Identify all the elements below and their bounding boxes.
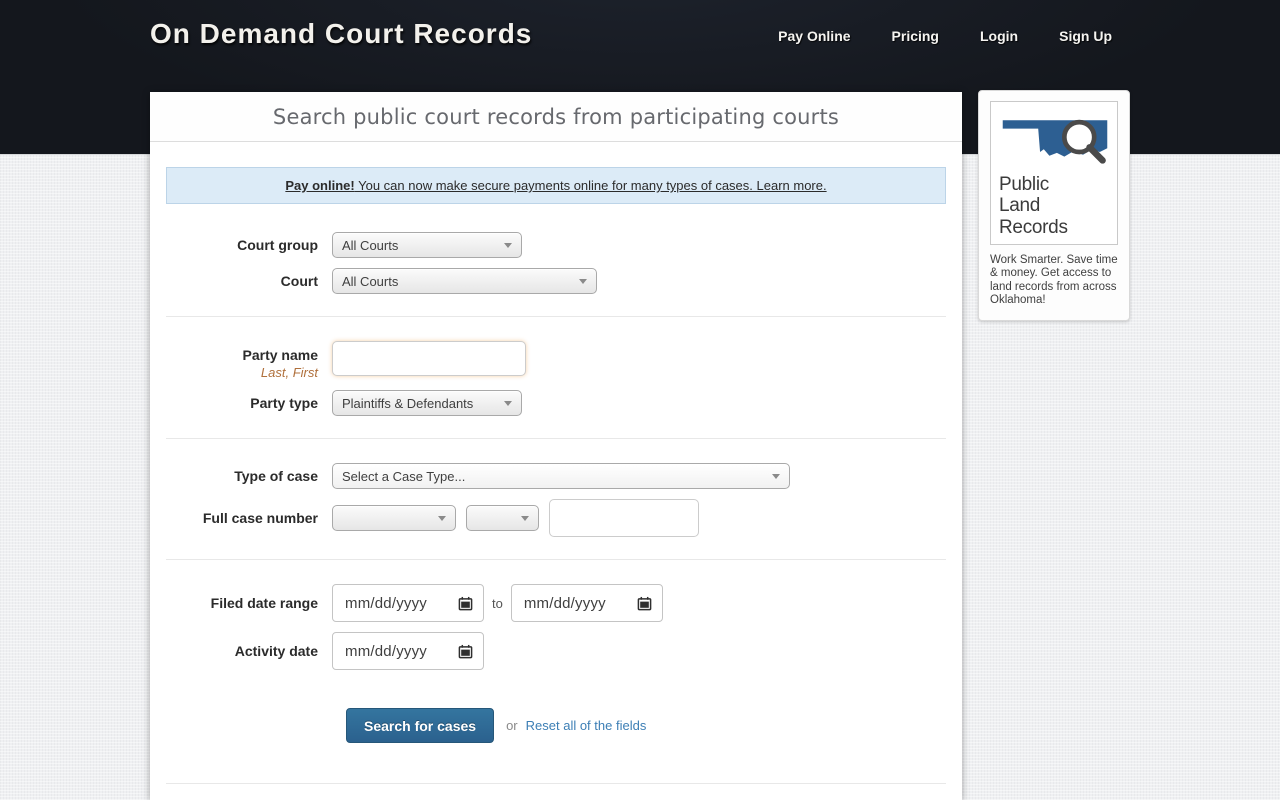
party-type-select[interactable]: Plaintiffs & Defendants [332,390,522,416]
activity-date-input[interactable]: mm/dd/yyyy [332,632,484,670]
case-number-input[interactable] [549,499,699,537]
learn-more-link[interactable]: Learn more. [757,178,827,193]
page-title: Search public court records from partici… [150,92,962,142]
party-name-label-text: Party name [150,347,318,363]
date-range-separator: to [492,596,503,611]
main-nav: Pay Online Pricing Login Sign Up [778,28,1112,44]
section-divider [166,438,946,439]
reset-fields-link[interactable]: Reset all of the fields [526,718,647,733]
calendar-icon[interactable] [458,596,473,611]
pay-online-link-text: You can now make secure payments online … [355,178,757,193]
party-name-label: Party name Last, First [150,341,332,380]
widget-description: Work Smarter. Save time & money. Get acc… [990,254,1118,308]
filed-date-from-input[interactable]: mm/dd/yyyy [332,584,484,622]
chevron-down-icon [504,243,512,248]
court-group-selected-value: All Courts [342,238,398,253]
activity-date-label: Activity date [150,643,332,659]
or-text: or [506,718,518,733]
full-case-number-row: Full case number [150,499,962,537]
party-type-row: Party type Plaintiffs & Defendants [150,390,962,416]
case-number-prefix-select[interactable] [332,505,456,531]
calendar-icon[interactable] [637,596,652,611]
activity-date-row: Activity date mm/dd/yyyy [150,632,962,670]
section-divider [166,783,946,784]
nav-pay-online[interactable]: Pay Online [778,28,850,44]
public-land-records-logo[interactable]: Public Land Records [990,101,1118,245]
party-name-input[interactable] [332,341,526,376]
calendar-icon[interactable] [458,644,473,659]
chevron-down-icon [772,474,780,479]
filed-date-range-label: Filed date range [150,595,332,611]
nav-pricing[interactable]: Pricing [892,28,939,44]
party-name-hint: Last, First [150,365,318,380]
pay-online-link[interactable]: Pay online! You can now make secure paym… [285,178,826,193]
search-for-cases-button[interactable]: Search for cases [346,708,494,743]
chevron-down-icon [438,516,446,521]
section-divider [166,316,946,317]
oklahoma-magnifier-icon [999,109,1111,167]
form-actions-row: Search for cases or Reset all of the fie… [150,708,962,743]
court-row: Court All Courts [150,268,962,294]
logo-line2: Land Records [999,195,1109,238]
section-divider [166,559,946,560]
pay-online-link-bold: Pay online! [285,178,354,193]
search-panel: Search public court records from partici… [150,92,962,800]
logo-line1: Public [999,174,1109,195]
chevron-down-icon [504,401,512,406]
filed-date-range-row: Filed date range mm/dd/yyyy to mm/dd/yyy… [150,584,962,622]
pay-online-banner: Pay online! You can now make secure paym… [166,167,946,204]
party-type-selected-value: Plaintiffs & Defendants [342,396,473,411]
case-type-selected-value: Select a Case Type... [342,469,465,484]
chevron-down-icon [521,516,529,521]
case-type-select[interactable]: Select a Case Type... [332,463,790,489]
court-group-row: Court group All Courts [150,232,962,258]
case-type-row: Type of case Select a Case Type... [150,463,962,489]
party-name-row: Party name Last, First [150,341,962,380]
court-selected-value: All Courts [342,274,398,289]
chevron-down-icon [579,279,587,284]
court-label: Court [150,273,332,289]
date-placeholder: mm/dd/yyyy [524,595,637,612]
nav-sign-up[interactable]: Sign Up [1059,28,1112,44]
logo-text: Public Land Records [999,174,1109,238]
court-select[interactable]: All Courts [332,268,597,294]
public-land-records-widget[interactable]: Public Land Records Work Smarter. Save t… [978,90,1130,321]
full-case-number-label: Full case number [150,510,332,526]
case-number-year-select[interactable] [466,505,539,531]
nav-login[interactable]: Login [980,28,1018,44]
date-placeholder: mm/dd/yyyy [345,595,458,612]
court-group-select[interactable]: All Courts [332,232,522,258]
case-type-label: Type of case [150,468,332,484]
filed-date-to-input[interactable]: mm/dd/yyyy [511,584,663,622]
party-type-label: Party type [150,395,332,411]
court-group-label: Court group [150,237,332,253]
date-placeholder: mm/dd/yyyy [345,643,458,660]
site-title: On Demand Court Records [150,18,532,50]
